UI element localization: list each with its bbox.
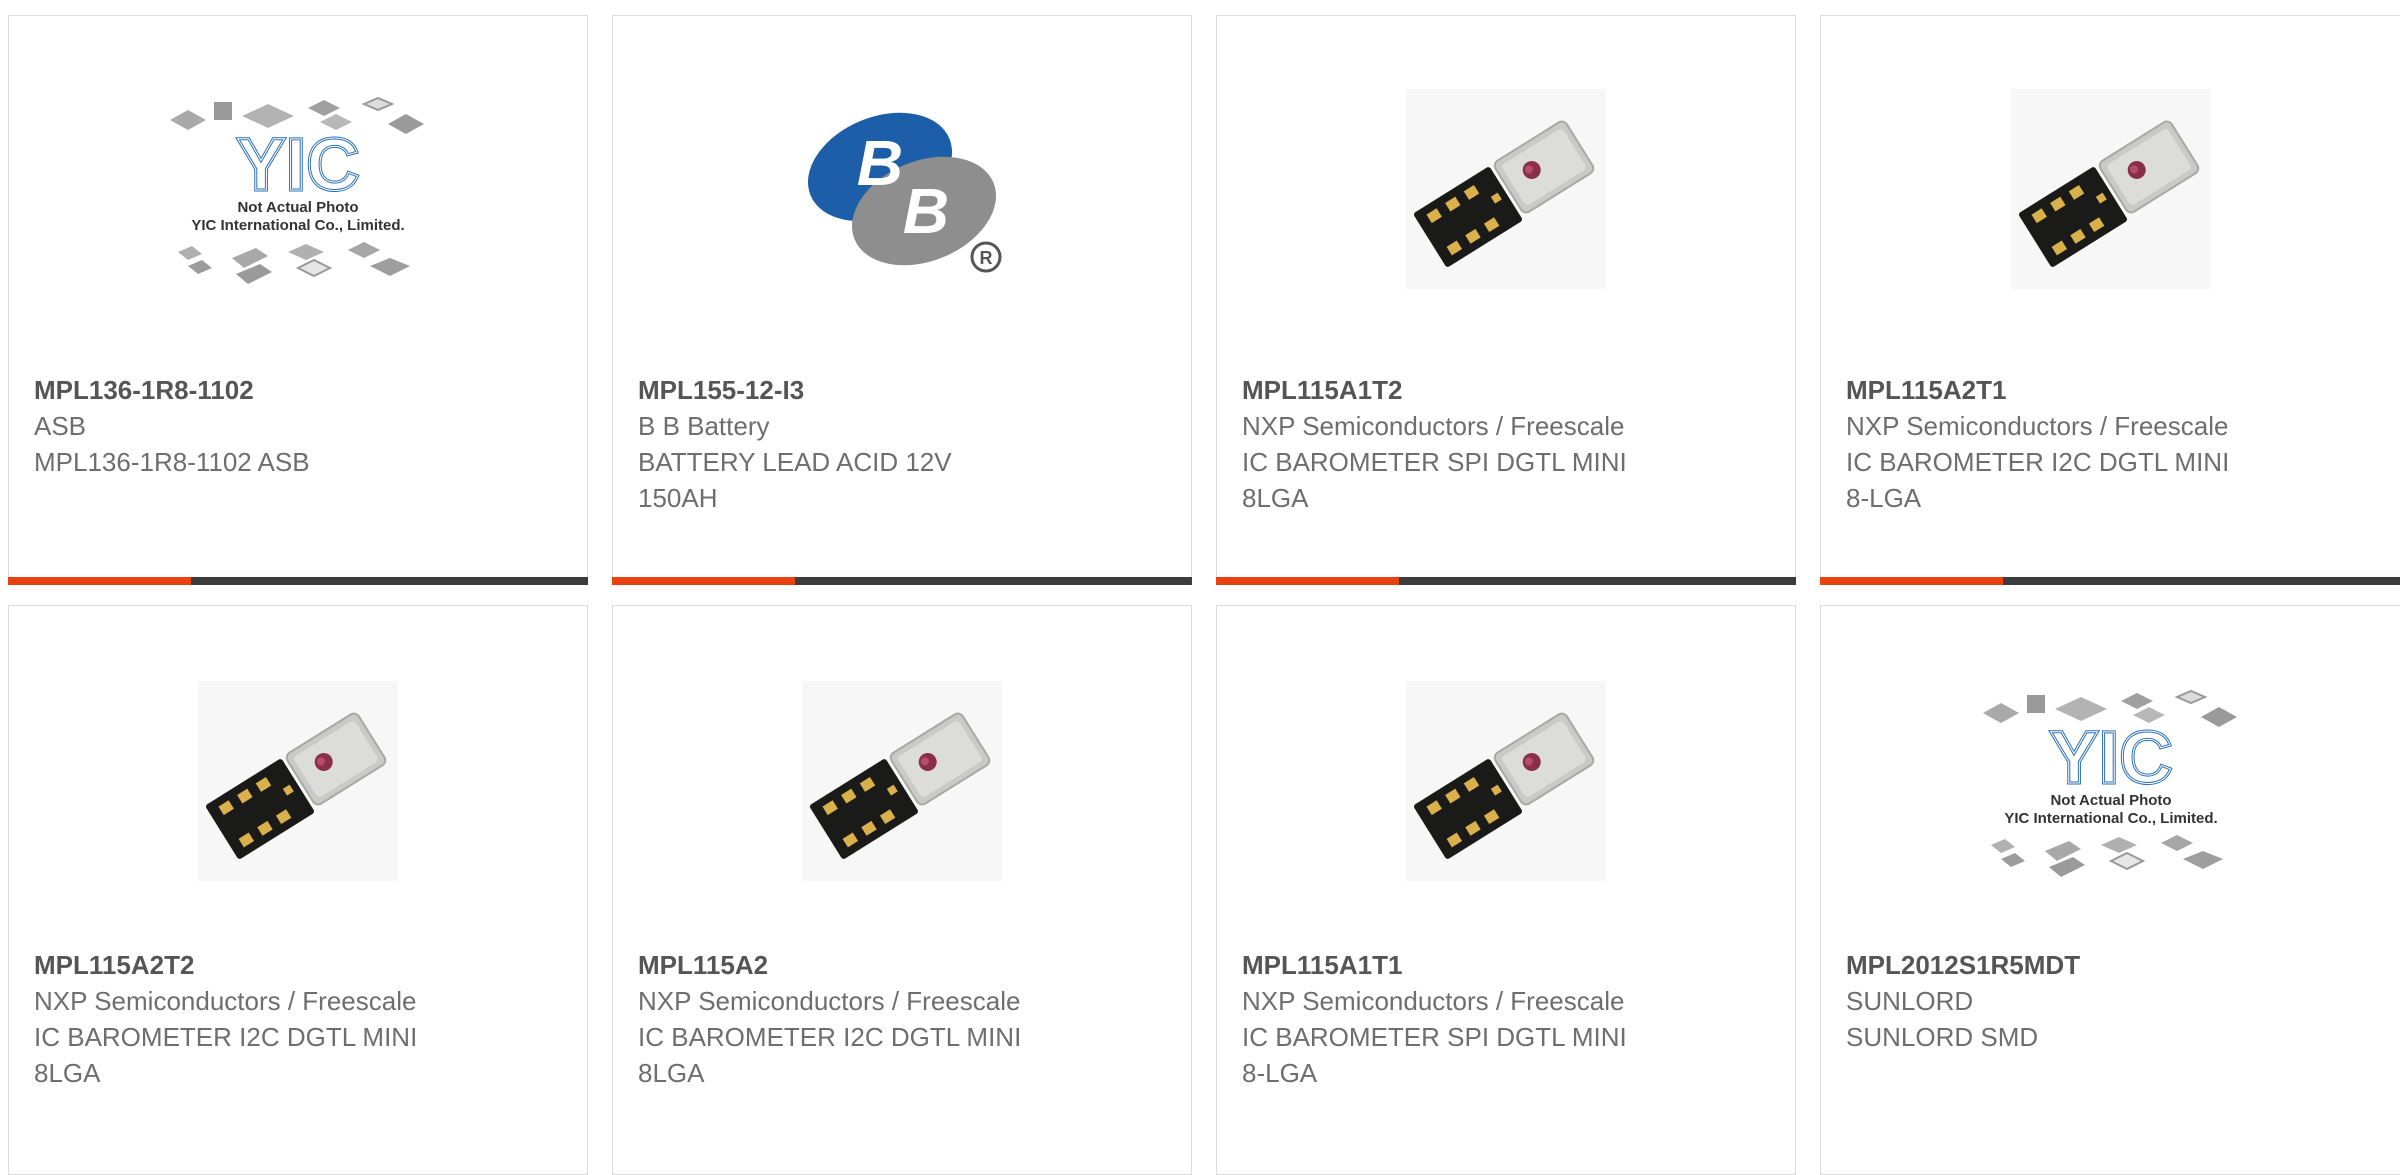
svg-text:YIC International Co., Limited: YIC International Co., Limited. <box>2004 810 2217 827</box>
description: BATTERY LEAD ACID 12V <box>638 447 952 477</box>
product-card[interactable]: B B R MPL155-12-I3 B B Battery BATTERY L… <box>612 15 1192 585</box>
description: IC BAROMETER I2C DGTL MINI <box>638 1022 1022 1052</box>
product-card[interactable]: MPL115A2T1 NXP Semiconductors / Freescal… <box>1820 15 2400 585</box>
manufacturer: SUNLORD <box>1846 986 1974 1016</box>
description-cont: 8-LGA <box>1242 1058 1318 1088</box>
card-bottom-bar <box>8 577 588 585</box>
svg-text:Not Actual Photo: Not Actual Photo <box>2050 792 2171 809</box>
product-image <box>1821 16 2400 361</box>
product-card[interactable]: Not Actual Photo YIC International Co., … <box>1820 605 2400 1175</box>
part-number-link[interactable]: MPL136-1R8-1102 <box>34 372 567 408</box>
manufacturer: NXP Semiconductors / Freescale <box>1242 986 1625 1016</box>
manufacturer: NXP Semiconductors / Freescale <box>34 986 417 1016</box>
manufacturer: NXP Semiconductors / Freescale <box>638 986 1021 1016</box>
description-cont: 8LGA <box>34 1058 101 1088</box>
product-image: Not Actual Photo YIC International Co., … <box>9 16 587 361</box>
product-card[interactable]: MPL115A2 NXP Semiconductors / Freescale … <box>612 605 1192 1175</box>
barometer-chip-icon <box>198 681 398 881</box>
product-grid: Not Actual Photo YIC International Co., … <box>0 0 2400 1175</box>
barometer-chip-icon <box>1406 681 1606 881</box>
description: SUNLORD SMD <box>1846 1022 2039 1052</box>
product-card[interactable]: Not Actual Photo YIC International Co., … <box>8 15 588 585</box>
barometer-chip-icon <box>802 681 1002 881</box>
product-image <box>613 606 1191 956</box>
manufacturer: B B Battery <box>638 411 770 441</box>
description-cont: 8-LGA <box>1846 483 1922 513</box>
part-number-link[interactable]: MPL2012S1R5MDT <box>1846 947 2381 983</box>
svg-text:B: B <box>903 175 949 247</box>
part-number-link[interactable]: MPL115A2 <box>638 947 1171 983</box>
manufacturer: ASB <box>34 411 87 441</box>
card-bottom-bar <box>1820 577 2400 585</box>
product-card[interactable]: MPL115A1T2 NXP Semiconductors / Freescal… <box>1216 15 1796 585</box>
barometer-chip-icon <box>2011 88 2211 289</box>
part-number-link[interactable]: MPL115A2T2 <box>34 947 567 983</box>
svg-text:YIC International Co., Limited: YIC International Co., Limited. <box>191 217 404 234</box>
description: IC BAROMETER I2C DGTL MINI <box>34 1022 418 1052</box>
description-cont: 150AH <box>638 483 718 513</box>
part-number-link[interactable]: MPL115A1T2 <box>1242 372 1775 408</box>
description-cont: 8LGA <box>638 1058 705 1088</box>
description: IC BAROMETER SPI DGTL MINI <box>1242 447 1627 477</box>
product-card[interactable]: MPL115A1T1 NXP Semiconductors / Freescal… <box>1216 605 1796 1175</box>
svg-text:R: R <box>980 248 993 268</box>
card-bottom-bar <box>612 577 1192 585</box>
placeholder-yic-icon: Not Actual Photo YIC International Co., … <box>1981 689 2239 878</box>
part-number-link[interactable]: MPL115A2T1 <box>1846 372 2381 408</box>
manufacturer: NXP Semiconductors / Freescale <box>1846 411 2229 441</box>
product-image <box>1217 606 1795 956</box>
part-number-link[interactable]: MPL115A1T1 <box>1242 947 1775 983</box>
placeholder-yic-icon: Not Actual Photo YIC International Co., … <box>168 96 426 286</box>
product-card[interactable]: MPL115A2T2 NXP Semiconductors / Freescal… <box>8 605 588 1175</box>
description: MPL136-1R8-1102 ASB <box>34 447 310 477</box>
barometer-chip-icon <box>1406 88 1606 289</box>
svg-text:B: B <box>857 127 903 199</box>
product-image <box>9 606 587 956</box>
description: IC BAROMETER SPI DGTL MINI <box>1242 1022 1627 1052</box>
product-image: B B R <box>613 16 1191 361</box>
part-number-link[interactable]: MPL155-12-I3 <box>638 372 1171 408</box>
card-bottom-bar <box>1216 577 1796 585</box>
manufacturer: NXP Semiconductors / Freescale <box>1242 411 1625 441</box>
description: IC BAROMETER I2C DGTL MINI <box>1846 447 2230 477</box>
product-image <box>1217 16 1795 361</box>
product-image: Not Actual Photo YIC International Co., … <box>1821 606 2400 956</box>
bb-battery-logo-icon: B B R <box>807 112 1002 272</box>
svg-text:Not Actual Photo: Not Actual Photo <box>237 199 358 216</box>
description-cont: 8LGA <box>1242 483 1309 513</box>
